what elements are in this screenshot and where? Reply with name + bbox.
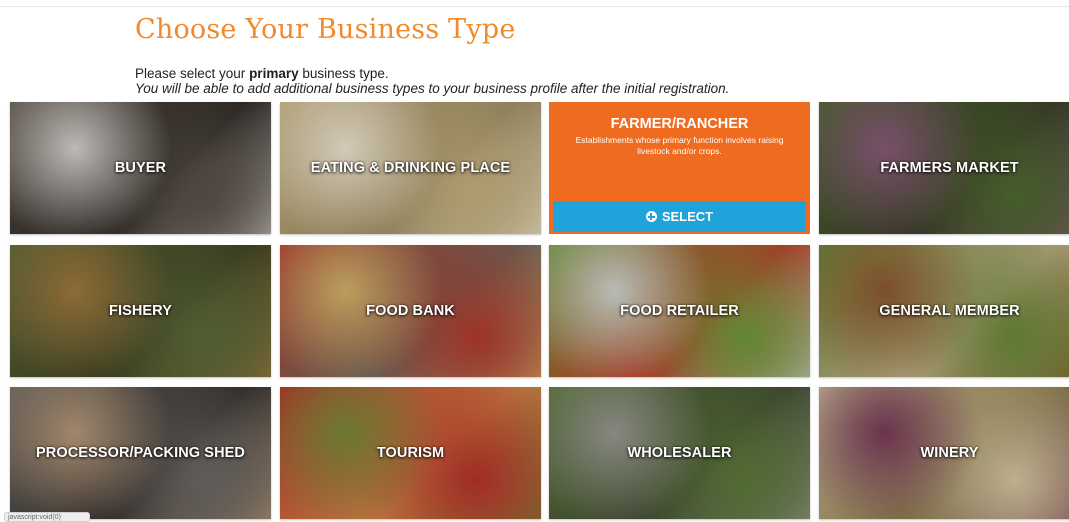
instruction-suffix: business type. (298, 66, 389, 81)
tile-label: FOOD BANK (366, 303, 455, 319)
tile-farmer-rancher[interactable]: FARMER/RANCHER Establishments whose prim… (549, 102, 810, 234)
instruction-line-1: Please select your primary business type… (135, 66, 729, 81)
tile-wholesaler[interactable]: WHOLESALER (549, 387, 810, 519)
instruction-prefix: Please select your (135, 66, 250, 81)
top-divider (0, 6, 1069, 7)
instruction-bold: primary (249, 66, 299, 81)
tile-eating-drinking-place[interactable]: EATING & DRINKING PLACE (280, 102, 541, 234)
tile-label: FISHERY (108, 303, 172, 319)
tile-tourism[interactable]: TOURISM (280, 387, 541, 519)
tile-label: FARMER/RANCHER (610, 116, 749, 132)
tile-fishery[interactable]: FISHERY (10, 245, 271, 377)
tile-label: WHOLESALER (627, 445, 732, 461)
select-button[interactable]: SELECT (553, 201, 806, 232)
tile-food-bank[interactable]: FOOD BANK (280, 245, 541, 377)
tile-label: FOOD RETAILER (620, 303, 739, 319)
select-button-label: SELECT (661, 209, 714, 224)
tile-label: TOURISM (376, 445, 445, 461)
tile-general-member[interactable]: GENERAL MEMBER (819, 245, 1069, 377)
tile-processor-packing-shed[interactable]: PROCESSOR/PACKING SHED (10, 387, 271, 519)
tile-description: Establishments whose primary function in… (575, 135, 784, 156)
tile-food-retailer[interactable]: FOOD RETAILER (549, 245, 810, 377)
page-title: Choose Your Business Type (135, 14, 516, 45)
tile-farmers-market[interactable]: FARMERS MARKET (819, 102, 1069, 234)
tile-winery[interactable]: WINERY (819, 387, 1069, 519)
instructions: Please select your primary business type… (135, 66, 729, 96)
tile-label: PROCESSOR/PACKING SHED (36, 445, 245, 461)
instruction-line-2: You will be able to add additional busin… (135, 81, 730, 96)
tile-label: WINERY (920, 445, 979, 461)
status-bar-url: javascript:void(0) (4, 512, 90, 522)
plus-circle-icon (645, 211, 657, 222)
tile-label: EATING & DRINKING PLACE (310, 160, 511, 176)
tile-label: BUYER (114, 160, 167, 176)
tile-buyer[interactable]: BUYER (10, 102, 271, 234)
tile-label: GENERAL MEMBER (879, 303, 1020, 319)
tile-label: FARMERS MARKET (880, 160, 1019, 176)
